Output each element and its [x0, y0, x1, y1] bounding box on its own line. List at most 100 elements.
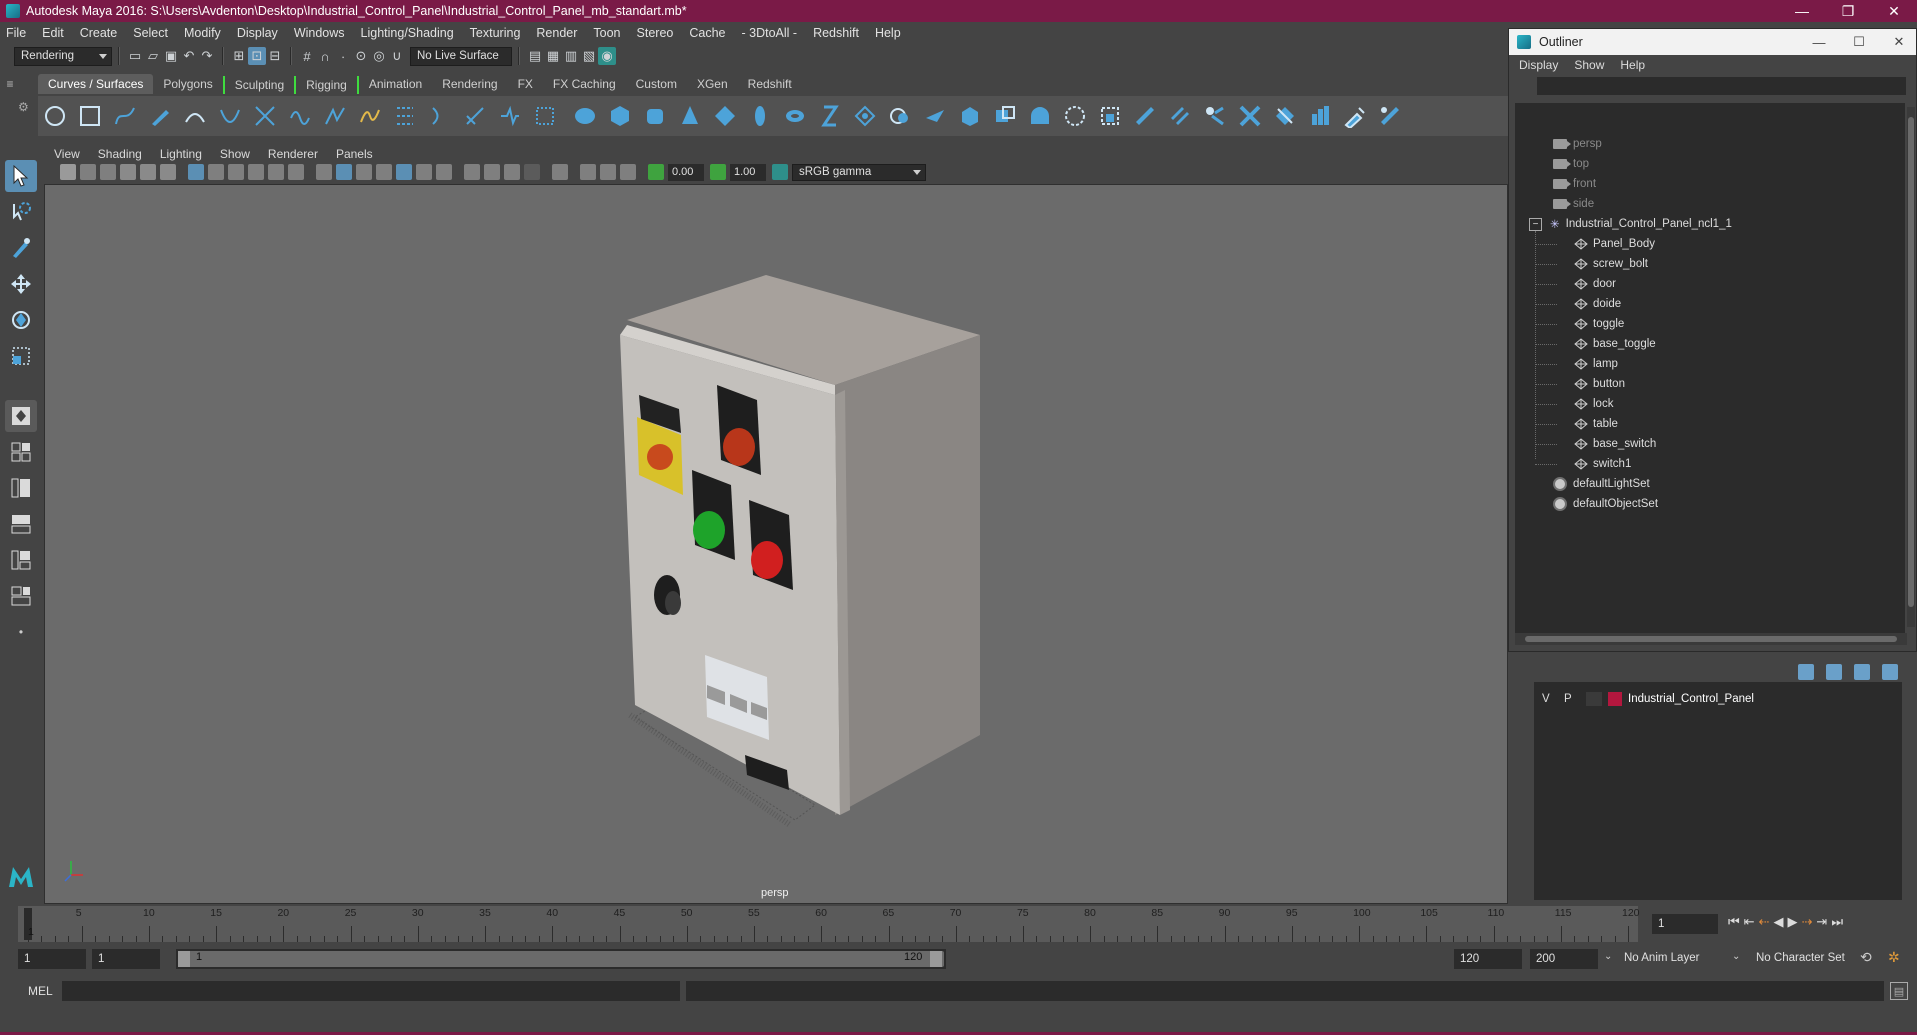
current-frame-field[interactable]: 1: [1652, 914, 1718, 934]
snap-surface-icon[interactable]: ◎: [370, 47, 388, 65]
surface-square-icon[interactable]: [1027, 103, 1053, 129]
menu-create[interactable]: Create: [80, 26, 118, 40]
wireframe-on-shaded-icon[interactable]: [356, 164, 372, 180]
2d-pan-zoom-icon[interactable]: [140, 164, 156, 180]
surface-untrim-icon[interactable]: [1307, 103, 1333, 129]
resolution-gate-icon[interactable]: [228, 164, 244, 180]
script-editor-icon[interactable]: ▤: [1890, 982, 1908, 1000]
select-component-icon[interactable]: ⊟: [266, 47, 284, 65]
snap-live-icon[interactable]: ∪: [388, 47, 406, 65]
outliner-menu-show[interactable]: Show: [1574, 58, 1604, 72]
layout-more-icon[interactable]: •: [5, 616, 37, 648]
tree-item-set[interactable]: defaultObjectSet: [1553, 495, 1658, 513]
gate-mask-icon[interactable]: [248, 164, 264, 180]
snap-point-icon[interactable]: ∙: [334, 47, 352, 65]
outliner-search-input[interactable]: [1537, 77, 1906, 95]
save-scene-icon[interactable]: ▣: [162, 47, 180, 65]
animation-start-field[interactable]: 1: [18, 949, 86, 969]
pencil-curve-icon[interactable]: [147, 103, 173, 129]
motion-blur-icon[interactable]: [484, 164, 500, 180]
surface-insert-isoparm-icon[interactable]: [1097, 103, 1123, 129]
outliner-menu-help[interactable]: Help: [1620, 58, 1645, 72]
layer-visibility-toggle[interactable]: V: [1542, 693, 1564, 705]
nurbs-circle-shape-icon[interactable]: [782, 103, 808, 129]
xray-joints-icon[interactable]: [600, 164, 616, 180]
menu-cache[interactable]: Cache: [689, 26, 725, 40]
move-tool-icon[interactable]: [5, 268, 37, 300]
nurbs-circle-icon[interactable]: [42, 103, 68, 129]
nurbs-sphere-icon[interactable]: [572, 103, 598, 129]
nurbs-square-icon[interactable]: [77, 103, 103, 129]
range-start-handle[interactable]: [178, 951, 190, 967]
outliner-maximize-button[interactable]: ☐: [1844, 29, 1874, 55]
shelf-menu-icon[interactable]: ≡: [0, 74, 20, 94]
render-settings-icon[interactable]: ▤: [526, 47, 544, 65]
play-backwards-icon[interactable]: ◀: [1774, 914, 1784, 930]
menu-help[interactable]: Help: [875, 26, 901, 40]
snap-view-icon[interactable]: ⊙: [352, 47, 370, 65]
nurbs-helix-icon[interactable]: [817, 103, 843, 129]
safe-action-icon[interactable]: [288, 164, 304, 180]
tab-fx[interactable]: FX: [508, 74, 543, 94]
open-scene-icon[interactable]: ▱: [144, 47, 162, 65]
curve-intersect-icon[interactable]: [252, 103, 278, 129]
outliner-vertical-scrollbar[interactable]: [1907, 107, 1915, 627]
menu-toon[interactable]: Toon: [593, 26, 620, 40]
tree-item-mesh[interactable]: switch1: [1573, 455, 1631, 473]
planar-icon[interactable]: [532, 103, 558, 129]
lasso-tool-icon[interactable]: [5, 196, 37, 228]
tree-item-mesh[interactable]: door: [1573, 275, 1616, 293]
view-transform-dropdown[interactable]: sRGB gamma: [792, 163, 926, 181]
bookmark-icon[interactable]: [100, 164, 116, 180]
render-frame-icon[interactable]: ▦: [544, 47, 562, 65]
tab-xgen[interactable]: XGen: [687, 74, 738, 94]
new-empty-layer-icon[interactable]: [1854, 664, 1870, 680]
tab-rendering[interactable]: Rendering: [432, 74, 507, 94]
select-hierarchy-icon[interactable]: ⊞: [230, 47, 248, 65]
menu-redshift[interactable]: Redshift: [813, 26, 859, 40]
go-to-start-icon[interactable]: ⏮: [1728, 914, 1740, 930]
range-slider[interactable]: 1 120: [176, 949, 946, 969]
extrude-icon[interactable]: [462, 103, 488, 129]
tree-item-mesh[interactable]: lamp: [1573, 355, 1618, 373]
range-end-handle[interactable]: [930, 951, 942, 967]
textured-icon[interactable]: [396, 164, 412, 180]
play-forwards-icon[interactable]: ▶: [1788, 914, 1798, 930]
curve-rebuild-icon[interactable]: [287, 103, 313, 129]
tree-item-mesh[interactable]: Panel_Body: [1573, 235, 1655, 253]
layer-color-swatch[interactable]: [1608, 692, 1622, 706]
surface-detach-icon[interactable]: [1167, 103, 1193, 129]
auto-key-icon[interactable]: ⟲: [1860, 949, 1880, 969]
select-camera-icon[interactable]: [60, 164, 76, 180]
smooth-shade-icon[interactable]: [336, 164, 352, 180]
menu-render[interactable]: Render: [536, 26, 577, 40]
tree-item-mesh[interactable]: lock: [1573, 395, 1613, 413]
tree-item-mesh[interactable]: button: [1573, 375, 1625, 393]
gamma-icon[interactable]: [710, 164, 726, 180]
tab-rigging[interactable]: Rigging: [296, 76, 359, 94]
playback-start-field[interactable]: 1: [92, 949, 160, 969]
tab-polygons[interactable]: Polygons: [153, 74, 222, 94]
playback-end-field[interactable]: 120: [1454, 949, 1522, 969]
tab-custom[interactable]: Custom: [626, 74, 687, 94]
panel-menu-lighting[interactable]: Lighting: [160, 147, 202, 161]
select-tool-icon[interactable]: [5, 160, 37, 192]
panel-menu-renderer[interactable]: Renderer: [268, 147, 318, 161]
menu-stereo[interactable]: Stereo: [637, 26, 674, 40]
tree-item-mesh[interactable]: toggle: [1573, 315, 1624, 333]
step-forward-key-icon[interactable]: ⇥: [1816, 914, 1827, 930]
screen-space-ao-icon[interactable]: [464, 164, 480, 180]
single-perspective-layout-icon[interactable]: [5, 400, 37, 432]
tree-item-mesh[interactable]: table: [1573, 415, 1618, 433]
surface-align-icon[interactable]: [1202, 103, 1228, 129]
snap-curve-icon[interactable]: ∩: [316, 47, 334, 65]
tree-item-camera[interactable]: persp: [1553, 135, 1602, 153]
image-plane-icon[interactable]: [120, 164, 136, 180]
anim-layer-menu-icon[interactable]: ⌄: [1604, 951, 1616, 962]
exposure-field[interactable]: 0.00: [668, 163, 704, 181]
shadows-icon[interactable]: [436, 164, 452, 180]
menu-select[interactable]: Select: [133, 26, 168, 40]
nurbs-cylinder-icon[interactable]: [642, 103, 668, 129]
nurbs-plane-icon[interactable]: [712, 103, 738, 129]
tab-sculpting[interactable]: Sculpting: [222, 76, 297, 94]
